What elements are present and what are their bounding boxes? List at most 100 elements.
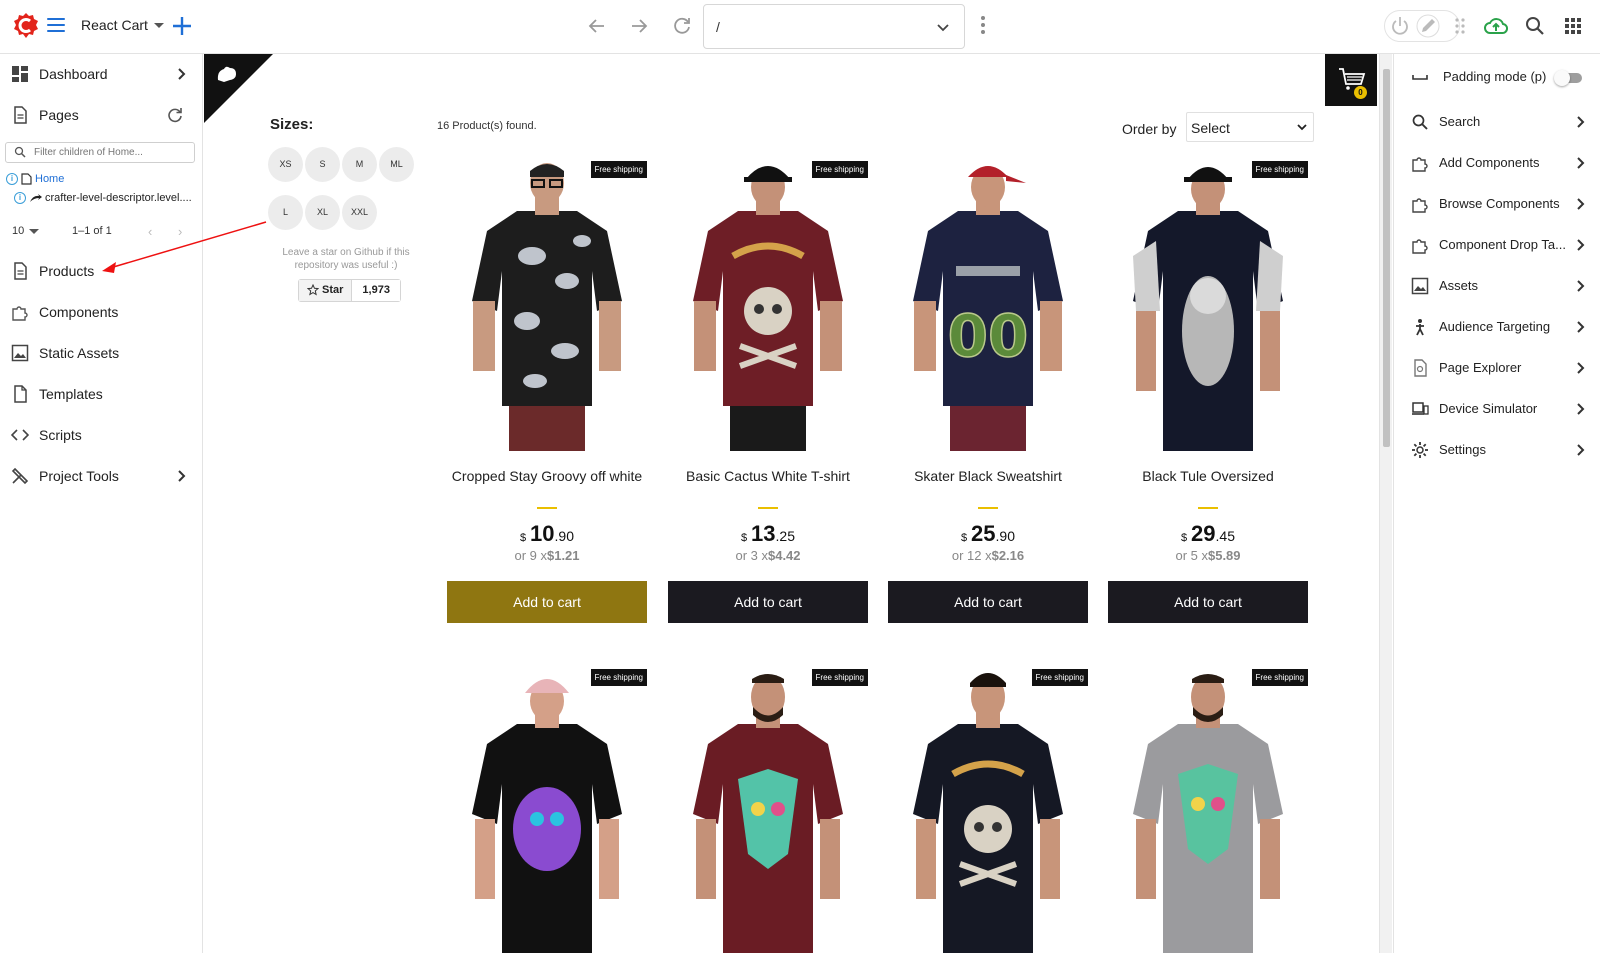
add-to-cart-button[interactable]: Add to cart: [447, 581, 647, 623]
info-icon[interactable]: i: [14, 192, 26, 204]
order-by-select[interactable]: Select: [1186, 112, 1314, 142]
tree-item-level-descriptor[interactable]: i crafter-level-descriptor.level....: [14, 189, 192, 207]
sidebar-item-static-assets[interactable]: Static Assets: [0, 334, 202, 372]
price-integer: 25: [971, 521, 996, 546]
size-button-s[interactable]: S: [305, 147, 340, 182]
sidebar-item-components[interactable]: Components: [0, 293, 202, 331]
product-card[interactable]: Free shipping: [668, 669, 868, 953]
chevron-right-icon: [178, 470, 186, 482]
panel-item-browse-components[interactable]: Browse Components: [1394, 184, 1600, 224]
search-icon[interactable]: [1523, 14, 1547, 38]
product-card[interactable]: 00 Free shipping Skater Black Sweatshirt…: [888, 161, 1088, 623]
chevron-right-icon: [1577, 239, 1585, 251]
panel-item-search[interactable]: Search: [1394, 102, 1600, 142]
installments-prefix: or 9 x: [514, 548, 547, 563]
sidebar-item-pages[interactable]: Pages: [0, 96, 202, 134]
sidebar-item-products[interactable]: Products: [0, 252, 202, 290]
tree-item-home[interactable]: i Home: [6, 170, 64, 188]
site-switcher[interactable]: React Cart: [81, 17, 164, 33]
filter-field[interactable]: [34, 145, 184, 160]
next-page-icon[interactable]: ›: [178, 224, 182, 239]
panel-item-device-simulator[interactable]: Device Simulator: [1394, 389, 1600, 429]
left-sidebar: Dashboard Pages i Home i crafter-level-d…: [0, 54, 203, 953]
product-image[interactable]: 00 Free shipping: [888, 161, 1088, 451]
product-card[interactable]: Free shipping Black Tule Oversized $ 29.…: [1108, 161, 1308, 623]
chevron-right-icon: [1577, 321, 1585, 333]
product-title: Skater Black Sweatshirt: [914, 468, 1062, 484]
previous-page-icon[interactable]: ‹: [148, 224, 152, 239]
product-image[interactable]: Free shipping: [1108, 161, 1308, 451]
product-image[interactable]: Free shipping: [668, 669, 868, 953]
apps-grid-icon[interactable]: [1561, 14, 1585, 38]
preview-scrollbar[interactable]: [1379, 54, 1392, 953]
size-button-l[interactable]: L: [268, 195, 303, 230]
menu-icon[interactable]: [47, 18, 65, 32]
add-to-cart-button[interactable]: Add to cart: [1108, 581, 1308, 623]
add-to-cart-button[interactable]: Add to cart: [668, 581, 868, 623]
product-card[interactable]: Free shipping: [447, 669, 647, 953]
product-image[interactable]: Free shipping: [447, 161, 647, 451]
size-button-xxl[interactable]: XXL: [342, 195, 377, 230]
product-title: Cropped Stay Groovy off white: [451, 468, 643, 484]
size-button-ml[interactable]: ML: [379, 147, 414, 182]
reload-icon[interactable]: [670, 14, 694, 38]
product-image[interactable]: Free shipping: [888, 669, 1088, 953]
sidebar-item-project-tools[interactable]: Project Tools: [0, 457, 202, 495]
panel-item-page-explorer[interactable]: Page Explorer: [1394, 348, 1600, 388]
installments-prefix: or 3 x: [735, 548, 768, 563]
panel-item-settings[interactable]: Settings: [1394, 430, 1600, 470]
power-icon[interactable]: [1388, 14, 1412, 38]
back-arrow-icon[interactable]: [585, 14, 609, 38]
panel-item-audience-targeting[interactable]: Audience Targeting: [1394, 307, 1600, 347]
pencil-icon[interactable]: [1416, 14, 1440, 38]
panel-item-add-components[interactable]: Add Components: [1394, 143, 1600, 183]
caret-down-icon: [29, 228, 40, 234]
filter-children-input[interactable]: [5, 142, 195, 163]
installments-value: $4.42: [767, 548, 801, 563]
add-icon[interactable]: [170, 14, 194, 38]
price-integer: 10: [530, 521, 555, 546]
product-card[interactable]: Free shipping: [888, 669, 1088, 953]
panel-item-component-drop-targets[interactable]: Component Drop Ta...: [1394, 225, 1600, 265]
sidebar-item-scripts[interactable]: Scripts: [0, 416, 202, 454]
site-name: React Cart: [81, 17, 148, 33]
refresh-icon[interactable]: [166, 106, 184, 124]
product-card[interactable]: Free shipping Basic Cactus White T-shirt…: [668, 161, 868, 623]
panel-item-assets[interactable]: Assets: [1394, 266, 1600, 306]
scrollbar-thumb[interactable]: [1383, 69, 1390, 447]
github-star-button[interactable]: Star 1,973: [298, 279, 401, 302]
size-button-xl[interactable]: XL: [305, 195, 340, 230]
crafter-logo-icon[interactable]: [13, 12, 39, 40]
size-button-m[interactable]: M: [342, 147, 377, 182]
tools-icon: [11, 467, 29, 485]
padding-mode-switch[interactable]: [1554, 70, 1584, 86]
product-card[interactable]: Free shipping Cropped Stay Groovy off wh…: [447, 161, 647, 623]
floating-cart-button[interactable]: 0: [1325, 54, 1377, 106]
more-options-icon[interactable]: [980, 16, 986, 36]
devices-icon: [1412, 402, 1429, 415]
page-icon: [21, 173, 32, 185]
star-count[interactable]: 1,973: [352, 280, 400, 301]
github-octocat-icon[interactable]: [214, 62, 240, 88]
title-divider: [758, 507, 778, 509]
free-shipping-badge: Free shipping: [1031, 669, 1088, 686]
info-icon[interactable]: i: [6, 173, 18, 185]
gear-icon: [1412, 442, 1428, 458]
padding-mode-toggle-row[interactable]: Padding mode (p): [1394, 57, 1600, 97]
add-to-cart-button[interactable]: Add to cart: [888, 581, 1088, 623]
sidebar-item-templates[interactable]: Templates: [0, 375, 202, 413]
cloud-upload-icon[interactable]: [1484, 14, 1508, 38]
url-input[interactable]: /: [703, 4, 965, 49]
chevron-right-icon: [1577, 444, 1585, 456]
drag-handle-icon[interactable]: [1448, 14, 1472, 38]
product-image[interactable]: Free shipping: [1108, 669, 1308, 953]
product-image[interactable]: Free shipping: [447, 669, 647, 953]
size-button-xs[interactable]: XS: [268, 147, 303, 182]
product-card[interactable]: Free shipping: [1108, 669, 1308, 953]
free-shipping-badge: Free shipping: [1251, 161, 1308, 178]
product-image[interactable]: Free shipping: [668, 161, 868, 451]
rows-per-page-select[interactable]: 10: [12, 225, 40, 237]
sidebar-item-dashboard[interactable]: Dashboard: [0, 55, 202, 93]
forward-arrow-icon[interactable]: [627, 14, 651, 38]
product-photo-tshirt: [472, 163, 622, 451]
